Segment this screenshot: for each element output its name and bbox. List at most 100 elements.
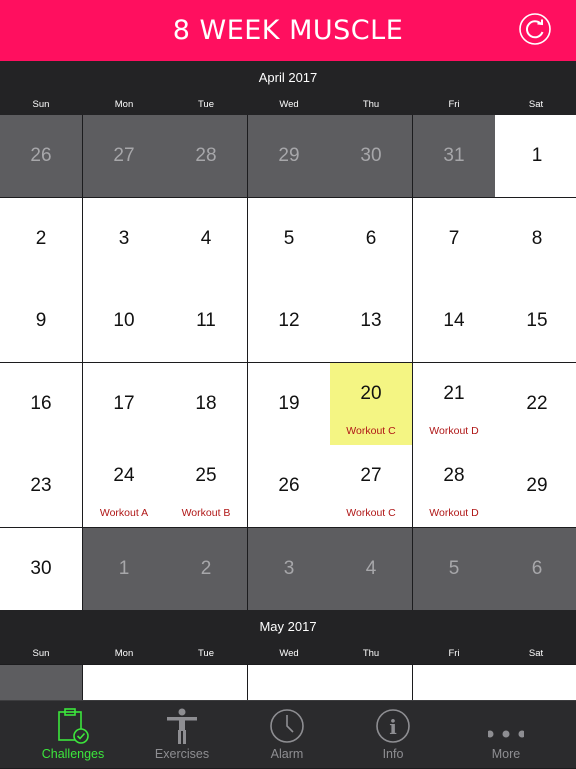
- weekday-label: Mon: [114, 648, 134, 659]
- calendar-day[interactable]: 14: [413, 280, 495, 362]
- tab-bar: Challenges Exercises Alarm i Info More: [0, 700, 576, 768]
- tab-info[interactable]: i Info: [338, 701, 448, 769]
- calendar-day-other-month[interactable]: 30: [330, 115, 412, 197]
- calendar-day[interactable]: 7: [413, 198, 495, 280]
- weekday-label: Mon: [114, 99, 134, 110]
- clipboard-check-icon: [58, 708, 89, 744]
- weekday-label: Fri: [448, 648, 460, 659]
- calendar-day[interactable]: [330, 665, 412, 700]
- calendar-day-other-month[interactable]: [0, 665, 82, 700]
- calendar-day[interactable]: 13: [330, 280, 412, 362]
- day-number: 15: [526, 310, 548, 331]
- calendar-day[interactable]: 19: [248, 363, 330, 445]
- calendar-day[interactable]: [248, 665, 330, 700]
- calendar-day[interactable]: [495, 665, 576, 700]
- day-number: 6: [365, 228, 377, 249]
- calendar-day[interactable]: 16: [0, 363, 82, 445]
- calendar-day[interactable]: 22: [495, 363, 576, 445]
- calendar-day[interactable]: 27 Workout C: [330, 445, 412, 527]
- weekday-label: Fri: [448, 99, 460, 110]
- refresh-icon[interactable]: [519, 13, 551, 45]
- weekday-label: Thu: [362, 648, 380, 659]
- calendar-day[interactable]: 6: [330, 198, 412, 280]
- day-number: 12: [278, 310, 300, 331]
- tab-alarm[interactable]: Alarm: [232, 701, 342, 769]
- day-number: 10: [113, 310, 135, 331]
- tab-label: Info: [382, 747, 404, 761]
- weekday-label: Sun: [32, 99, 50, 110]
- day-number: 25: [195, 465, 217, 486]
- weekday-label: Wed: [279, 99, 299, 110]
- calendar-day[interactable]: [413, 665, 495, 700]
- day-number: 8: [531, 228, 543, 249]
- day-number: 5: [448, 558, 460, 579]
- day-number: 19: [278, 393, 300, 414]
- calendar-day-other-month[interactable]: 2: [165, 528, 247, 610]
- calendar-day-other-month[interactable]: 1: [83, 528, 165, 610]
- calendar-day-other-month[interactable]: 4: [330, 528, 412, 610]
- day-number: 5: [283, 228, 295, 249]
- weekday-label: Tue: [197, 99, 215, 110]
- calendar-day[interactable]: 12: [248, 280, 330, 362]
- tab-exercises[interactable]: Exercises: [127, 701, 237, 769]
- calendar-day[interactable]: 8: [495, 198, 576, 280]
- tab-label: More: [491, 747, 521, 761]
- weekday-label: Sat: [528, 648, 544, 659]
- calendar-day[interactable]: 4: [165, 198, 247, 280]
- calendar-day[interactable]: [165, 665, 247, 700]
- tab-more[interactable]: More: [451, 701, 561, 769]
- weekday-label: Thu: [362, 99, 380, 110]
- calendar-day[interactable]: 17: [83, 363, 165, 445]
- calendar-day-other-month[interactable]: 29: [248, 115, 330, 197]
- calendar-day-today[interactable]: 20 Workout C: [330, 363, 412, 445]
- day-number: 1: [531, 145, 543, 166]
- calendar-day[interactable]: 2: [0, 198, 82, 280]
- day-number: 2: [35, 228, 47, 249]
- calendar-day[interactable]: 26: [248, 445, 330, 527]
- calendar-day[interactable]: 1: [495, 115, 576, 197]
- workout-label: Workout B: [181, 507, 231, 519]
- day-number: 3: [118, 228, 130, 249]
- day-number: 30: [30, 558, 52, 579]
- calendar-day-other-month[interactable]: 3: [248, 528, 330, 610]
- calendar-day-other-month[interactable]: 26: [0, 115, 82, 197]
- calendar-day-other-month[interactable]: 28: [165, 115, 247, 197]
- calendar-day[interactable]: 3: [83, 198, 165, 280]
- calendar-day[interactable]: 23: [0, 445, 82, 527]
- workout-label: Workout A: [99, 507, 149, 519]
- calendar-day[interactable]: 18: [165, 363, 247, 445]
- calendar-day[interactable]: 30: [0, 528, 82, 610]
- workout-label: Workout C: [346, 507, 396, 519]
- calendar-day[interactable]: 10: [83, 280, 165, 362]
- day-number: 28: [443, 465, 465, 486]
- month-header: April 2017 Sun Mon Tue Wed Thu Fri Sat: [0, 61, 576, 115]
- day-number: 27: [360, 465, 382, 486]
- calendar-day-other-month[interactable]: 5: [413, 528, 495, 610]
- month-title: May 2017: [259, 619, 317, 634]
- day-number: 27: [113, 145, 135, 166]
- calendar-day[interactable]: 25 Workout B: [165, 445, 247, 527]
- app-title: 8 WEEK MUSCLE: [172, 15, 404, 46]
- calendar-day[interactable]: 5: [248, 198, 330, 280]
- day-number: 4: [365, 558, 377, 579]
- calendar-day[interactable]: [83, 665, 165, 700]
- day-number: 9: [35, 310, 47, 331]
- calendar-day[interactable]: 15: [495, 280, 576, 362]
- calendar-day-other-month[interactable]: 27: [83, 115, 165, 197]
- calendar-day-other-month[interactable]: 31: [413, 115, 495, 197]
- day-number: 17: [113, 393, 135, 414]
- calendar-day[interactable]: 21 Workout D: [413, 363, 495, 445]
- month-title: April 2017: [258, 70, 318, 85]
- calendar-day-other-month[interactable]: 6: [495, 528, 576, 610]
- day-number: 30: [360, 145, 382, 166]
- tab-challenges[interactable]: Challenges: [18, 701, 128, 769]
- day-number: 26: [278, 475, 300, 496]
- day-number: 2: [200, 558, 212, 579]
- svg-text:i: i: [389, 715, 397, 739]
- calendar-day[interactable]: 28 Workout D: [413, 445, 495, 527]
- calendar-day[interactable]: 9: [0, 280, 82, 362]
- app-header: 8 WEEK MUSCLE: [0, 0, 576, 61]
- calendar-day[interactable]: 11: [165, 280, 247, 362]
- calendar-day[interactable]: 29: [495, 445, 576, 527]
- calendar-day[interactable]: 24 Workout A: [83, 445, 165, 527]
